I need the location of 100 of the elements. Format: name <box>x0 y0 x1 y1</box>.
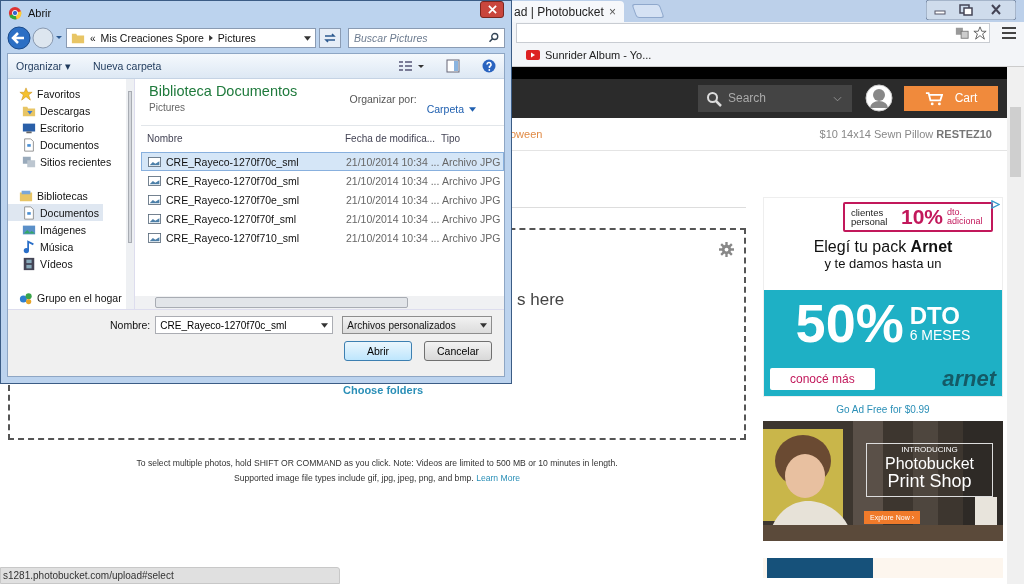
file-row[interactable]: CRE_Rayeco-1270f70e_sml 21/10/2014 10:34 ... Archivo JPG <box>141 190 504 209</box>
organize-menu[interactable]: Organizar ▾ <box>16 60 72 72</box>
breadcrumb-item[interactable]: Mis Creaciones Spore <box>100 32 204 44</box>
app-icon <box>8 6 22 20</box>
image-file-icon <box>148 175 161 186</box>
scrollbar[interactable] <box>135 296 504 309</box>
caret-icon <box>469 106 476 112</box>
scrollbar[interactable] <box>125 79 134 309</box>
file-date: 21/10/2014 10:34 ... <box>346 193 441 206</box>
search-icon <box>488 32 500 44</box>
ad-banner[interactable] <box>763 558 1003 578</box>
ad-logo: arnet <box>942 366 996 392</box>
dropdown-arrow-icon[interactable] <box>304 35 311 41</box>
ad-cta-button[interactable]: conocé más <box>770 368 875 390</box>
scrollbar[interactable] <box>1007 67 1024 584</box>
nav-item[interactable]: Sitios recientes <box>8 153 116 170</box>
library-icon <box>19 188 33 203</box>
column-header[interactable]: Nombre <box>141 132 345 144</box>
dropdown-arrow-icon <box>480 322 488 328</box>
nav-item[interactable]: Vídeos <box>8 255 77 272</box>
breadcrumb-item[interactable]: Pictures <box>217 32 256 44</box>
close-button[interactable] <box>480 1 504 18</box>
film-icon <box>22 256 36 271</box>
tab-close-button[interactable]: × <box>609 4 616 19</box>
arrange-dropdown[interactable]: Carpeta <box>426 93 476 125</box>
bookmark[interactable]: Sunrider Album - Yo... <box>526 49 652 61</box>
file-date: 21/10/2014 10:34 ... <box>346 212 441 225</box>
search-field[interactable]: Buscar Pictures <box>348 28 505 48</box>
ad-headline: Elegí tu pack Arnet <box>813 238 953 256</box>
column-header[interactable]: Tipo <box>441 132 496 144</box>
ad-text: Print Shop <box>887 472 972 493</box>
nav-item[interactable]: Escritorio <box>8 119 88 136</box>
library-subtitle: Pictures <box>149 102 187 113</box>
star-icon <box>19 86 33 101</box>
ad-text: clientes personal <box>851 207 889 227</box>
upload-note: To select multiple photos, hold SHIFT OR COMMAND as you click. Note: Videos are limited to 500 MB or 10 minutes in length. <box>135 458 619 468</box>
ad-choices-icon[interactable] <box>991 200 1000 209</box>
file-name: CRE_Rayeco-1270f710_sml <box>166 231 300 244</box>
nav-item[interactable]: Descargas <box>8 102 95 119</box>
ad-free-link[interactable]: Go Ad Free for $0.99 <box>836 403 930 415</box>
close-icon <box>487 5 497 14</box>
back-forward-buttons[interactable] <box>7 26 63 50</box>
avatar-icon[interactable] <box>865 84 893 113</box>
file-date: 21/10/2014 10:34 ... <box>346 155 441 168</box>
choose-folders-link[interactable]: Choose folders <box>343 384 424 396</box>
file-row[interactable]: CRE_Rayeco-1270f710_sml 21/10/2014 10:34 ... Archivo JPG <box>141 228 504 247</box>
nav-item[interactable]: Documentos <box>8 136 103 153</box>
help-icon[interactable] <box>482 59 496 73</box>
refresh-button[interactable] <box>319 28 341 48</box>
search-icon <box>706 91 722 107</box>
ad-text: 10% <box>901 205 943 229</box>
nav-item[interactable]: Documentos <box>8 204 103 221</box>
video-play-icon <box>526 50 540 60</box>
star-outline-icon[interactable] <box>973 26 987 40</box>
view-options-icon[interactable] <box>398 59 424 73</box>
translate-icon[interactable] <box>955 26 969 40</box>
column-header[interactable]: Fecha de modifica... <box>345 132 441 144</box>
status-bar: s1281.photobucket.com/upload#select <box>0 567 340 584</box>
drop-hint: s here <box>517 290 565 310</box>
dropdown-arrow-icon[interactable] <box>321 323 329 328</box>
cart-icon <box>924 91 943 106</box>
ad-text: dto. adicional <box>947 208 984 226</box>
menu-icon[interactable] <box>1002 27 1016 39</box>
image-file-icon <box>148 156 161 167</box>
file-row[interactable]: CRE_Rayeco-1270f70d_sml 21/10/2014 10:34 ... Archivo JPG <box>141 171 504 190</box>
nav-item[interactable]: Grupo en el hogar <box>8 289 126 306</box>
nav-item[interactable]: Bibliotecas <box>8 187 92 204</box>
open-button[interactable]: Abrir <box>344 341 412 361</box>
file-name: CRE_Rayeco-1270f70d_sml <box>166 174 300 187</box>
ad-text: 6 MESES <box>909 328 971 342</box>
file-row[interactable]: CRE_Rayeco-1270f70c_sml 21/10/2014 10:34 ... Archivo JPG <box>141 152 504 171</box>
file-types-note: Supported image file types include gif, jpg, jpeg, png, and bmp. <box>233 473 474 483</box>
window-controls[interactable] <box>926 0 1016 20</box>
file-name: CRE_Rayeco-1270f70c_sml <box>166 155 299 168</box>
file-date: 21/10/2014 10:34 ... <box>346 231 441 244</box>
cancel-button[interactable]: Cancelar <box>424 341 492 361</box>
file-name-label: Nombre: <box>110 319 151 331</box>
file-name-field[interactable]: CRE_Rayeco-1270f70c_sml <box>155 316 334 334</box>
settings-icon[interactable] <box>719 242 734 257</box>
promo-text: $10 14x14 Sewn Pillow RESTEZ10 <box>819 127 992 140</box>
ad-text: INTRODUCING <box>901 446 958 455</box>
file-type-dropdown[interactable]: Archivos personalizados <box>342 316 493 334</box>
chevron-right-icon[interactable] <box>208 35 213 41</box>
file-row[interactable]: CRE_Rayeco-1270f70f_sml 21/10/2014 10:34 ... Archivo JPG <box>141 209 504 228</box>
breadcrumb-bar[interactable]: « Mis Creaciones Spore Pictures <box>66 28 316 48</box>
image-file-icon <box>148 232 161 243</box>
file-name: CRE_Rayeco-1270f70e_sml <box>166 193 300 206</box>
window-title: Abrir <box>28 7 52 19</box>
new-folder-button[interactable]: Nueva carpeta <box>93 60 162 72</box>
document-icon <box>22 205 36 220</box>
nav-item[interactable]: Favoritos <box>8 85 85 102</box>
nav-item[interactable]: Música <box>8 238 78 255</box>
tab-title: ad | Photobucket <box>514 4 604 19</box>
ad-text: y te damos hasta un <box>824 256 942 271</box>
music-note-icon <box>22 239 36 254</box>
file-name: CRE_Rayeco-1270f70f_sml <box>166 212 297 225</box>
breadcrumb-overflow[interactable]: « <box>90 32 96 44</box>
search-field[interactable]: Search <box>698 85 852 112</box>
ad-discount: 50% <box>795 296 904 350</box>
learn-more-link[interactable]: Learn More <box>476 473 521 483</box>
